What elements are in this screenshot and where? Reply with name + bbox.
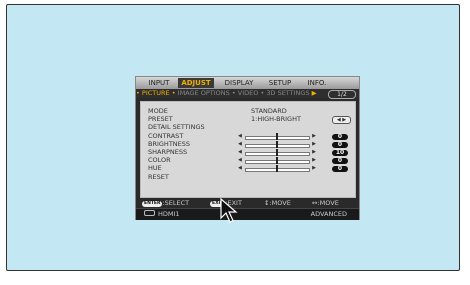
osd-menu: INPUT ADJUST DISPLAY SETUP INFO. • PICTU… xyxy=(135,76,360,220)
main-tab-bar: INPUT ADJUST DISPLAY SETUP INFO. xyxy=(136,77,359,89)
subtab-image-options[interactable]: IMAGE OPTIONS xyxy=(178,89,230,97)
row-preset-label[interactable]: PRESET xyxy=(148,116,173,123)
contrast-value: 0 xyxy=(332,134,348,140)
tab-info[interactable]: INFO. xyxy=(302,78,332,88)
help-footer: ENTER:SELECT EXIT:EXIT ↕:MOVE ↔:MOVE xyxy=(136,198,359,208)
tab-setup[interactable]: SETUP xyxy=(264,78,296,88)
row-sharpness-label[interactable]: SHARPNESS xyxy=(148,149,187,156)
preset-value[interactable]: 1:HIGH-BRIGHT xyxy=(251,116,301,123)
brightness-slider[interactable]: ◀ ▶ xyxy=(238,141,316,148)
contrast-slider[interactable]: ◀ ▶ xyxy=(238,133,316,140)
status-bar: HDMI1 ADVANCED xyxy=(136,208,359,220)
hue-value: 0 xyxy=(332,166,348,172)
page-indicator: 1/2 xyxy=(328,90,356,99)
screen-background: INPUT ADJUST DISPLAY SETUP INFO. • PICTU… xyxy=(6,4,460,271)
subtab-video[interactable]: VIDEO xyxy=(238,89,259,97)
row-brightness-label[interactable]: BRIGHTNESS xyxy=(148,141,190,148)
mode-value[interactable]: STANDARD xyxy=(251,108,287,115)
tab-adjust[interactable]: ADJUST xyxy=(178,78,214,88)
subtab-3d-settings[interactable]: 3D SETTINGS xyxy=(266,89,309,97)
tab-display[interactable]: DISPLAY xyxy=(220,78,258,88)
row-color-label[interactable]: COLOR xyxy=(148,157,171,164)
preset-arrows[interactable]: ◀ ▶ xyxy=(332,116,351,124)
sharpness-slider[interactable]: ◀ ▶ xyxy=(238,149,316,156)
color-slider[interactable]: ◀ ▶ xyxy=(238,157,316,164)
sub-tab-bar: • PICTURE • IMAGE OPTIONS • VIDEO • 3D S… xyxy=(136,89,359,98)
sharpness-value: 10 xyxy=(332,150,348,156)
hdmi-icon xyxy=(144,210,155,216)
row-contrast-label[interactable]: CONTRAST xyxy=(148,133,183,140)
help-move-vertical: ↕:MOVE xyxy=(264,199,291,207)
help-select: ENTER:SELECT xyxy=(142,199,190,207)
color-value: 0 xyxy=(332,158,348,164)
menu-mode: ADVANCED xyxy=(310,210,347,218)
brightness-value: 0 xyxy=(332,142,348,148)
tab-input[interactable]: INPUT xyxy=(144,78,174,88)
row-hue-label[interactable]: HUE xyxy=(148,165,162,172)
settings-panel: MODE STANDARD PRESET 1:HIGH-BRIGHT ◀ ▶ D… xyxy=(140,101,356,198)
row-detail-settings[interactable]: DETAIL SETTINGS xyxy=(148,124,205,131)
row-mode-label[interactable]: MODE xyxy=(148,108,168,115)
help-move-horizontal: ↔:MOVE xyxy=(312,199,339,207)
row-reset[interactable]: RESET xyxy=(148,174,169,181)
mouse-cursor-icon xyxy=(220,198,238,223)
hue-slider[interactable]: ◀ ▶ xyxy=(238,165,316,172)
enter-key-icon: ENTER xyxy=(142,201,163,207)
subtab-picture[interactable]: PICTURE xyxy=(142,89,170,97)
input-source: HDMI1 xyxy=(158,210,180,218)
